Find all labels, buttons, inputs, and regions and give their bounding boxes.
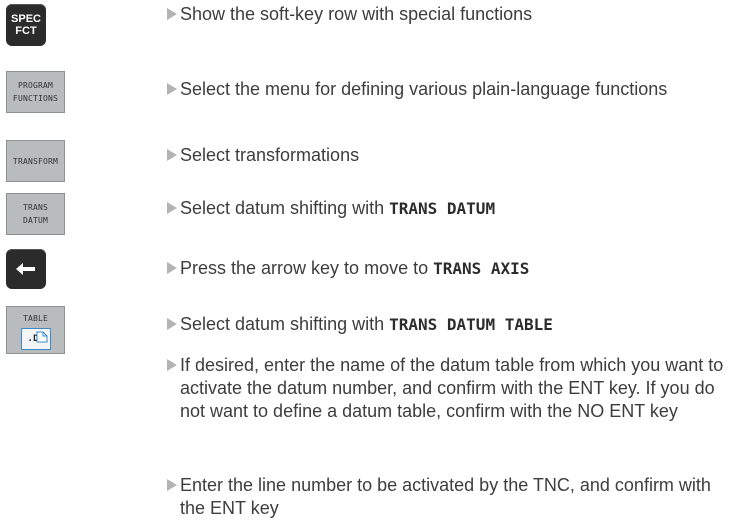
program-functions-line1: PROGRAM bbox=[17, 81, 54, 90]
arrow-left-key[interactable] bbox=[6, 249, 46, 289]
table-file-icon: .D bbox=[20, 328, 51, 350]
program-functions-softkey[interactable]: PROGRAM FUNCTIONS bbox=[6, 71, 65, 113]
spec-fct-key[interactable]: SPEC FCT bbox=[6, 4, 46, 46]
step-arrow-to-trans-axis: Press the arrow key to move to TRANS AXI… bbox=[166, 257, 736, 280]
step-select-transformations: Select transformations bbox=[166, 144, 736, 167]
left-arrow-icon bbox=[15, 262, 37, 276]
bullet-triangle-icon bbox=[167, 479, 177, 491]
program-functions-line2: FUNCTIONS bbox=[12, 94, 59, 103]
bullet-triangle-icon bbox=[167, 83, 177, 95]
trans-datum-softkey[interactable]: TRANS DATUM bbox=[6, 193, 65, 235]
trans-datum-line1: TRANS bbox=[22, 203, 49, 212]
trans-datum-line2: DATUM bbox=[22, 216, 49, 225]
step-show-special-functions: Show the soft-key row with special funct… bbox=[166, 3, 736, 26]
transform-softkey[interactable]: TRANSFORM bbox=[6, 140, 65, 182]
table-label: TABLE bbox=[22, 314, 49, 323]
code-trans-datum-table: TRANS DATUM TABLE bbox=[389, 315, 553, 334]
spec-fct-key-line1: SPEC bbox=[11, 13, 41, 25]
transform-label: TRANSFORM bbox=[12, 156, 59, 166]
bullet-triangle-icon bbox=[167, 202, 177, 214]
bullet-triangle-icon bbox=[167, 318, 177, 330]
step-select-trans-datum-table: Select datum shifting with TRANS DATUM T… bbox=[166, 313, 736, 336]
code-trans-axis: TRANS AXIS bbox=[433, 259, 530, 278]
bullet-triangle-icon bbox=[167, 359, 177, 371]
table-softkey[interactable]: TABLE .D bbox=[6, 306, 65, 354]
step-select-program-functions: Select the menu for defining various pla… bbox=[166, 78, 736, 101]
bullet-triangle-icon bbox=[167, 149, 177, 161]
step-enter-datum-table-name: If desired, enter the name of the datum … bbox=[166, 354, 736, 423]
code-trans-datum: TRANS DATUM bbox=[389, 199, 496, 218]
bullet-triangle-icon bbox=[167, 262, 177, 274]
spec-fct-key-line2: FCT bbox=[15, 25, 37, 37]
bullet-triangle-icon bbox=[167, 8, 177, 20]
step-select-trans-datum: Select datum shifting with TRANS DATUM bbox=[166, 197, 736, 220]
step-enter-line-number: Enter the line number to be activated by… bbox=[166, 474, 736, 520]
